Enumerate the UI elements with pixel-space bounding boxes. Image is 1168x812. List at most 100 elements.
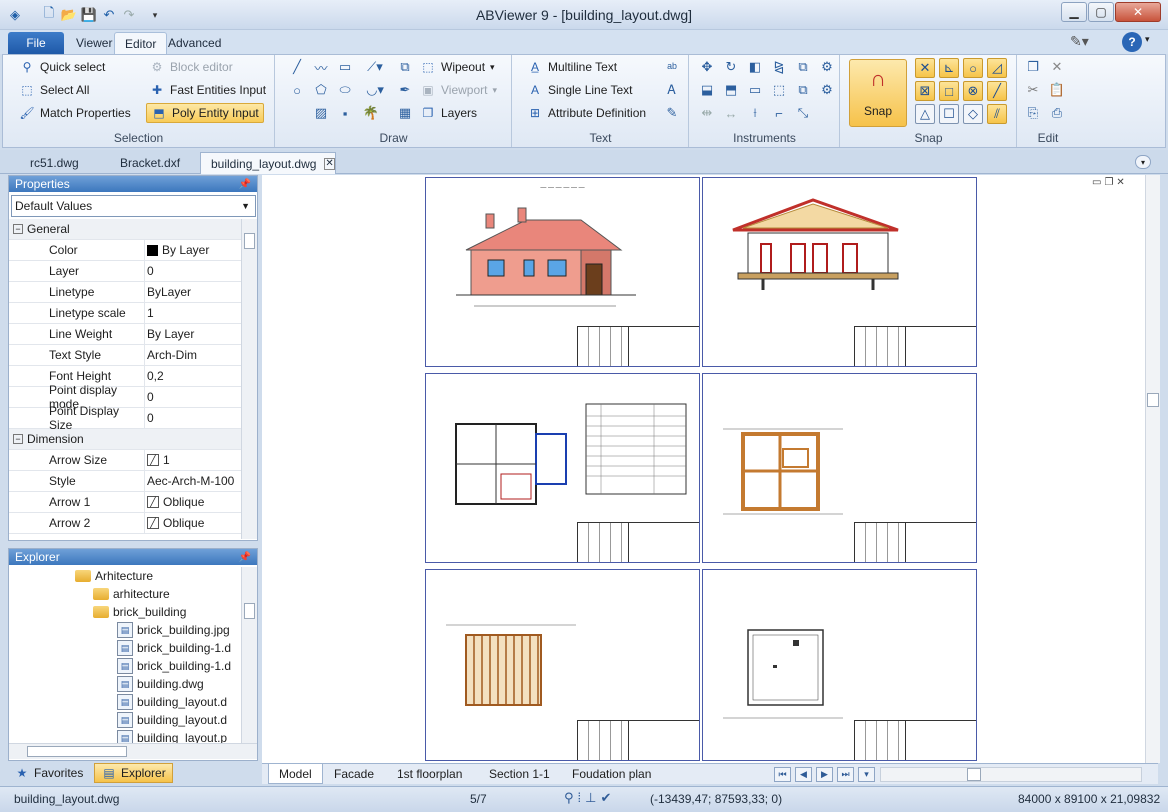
snap-node-icon[interactable]: ⊗ (963, 81, 983, 101)
snap-button[interactable]: ∩ Snap (849, 59, 907, 127)
select-all-button[interactable]: ⬚ Select All (19, 80, 89, 100)
property-value[interactable]: ╱ 1 (145, 450, 241, 470)
tab-advanced[interactable]: Advanced (158, 32, 231, 54)
table-icon[interactable]: ▦ (396, 104, 414, 122)
doc-tab-building-layout[interactable]: building_layout.dwg ✕ (200, 152, 336, 174)
paste-block-icon[interactable]: ⎙ (1048, 104, 1066, 122)
insert-block-icon[interactable]: ⧉ (396, 58, 414, 76)
explorer-item[interactable]: ▤ building_layout.d (117, 693, 227, 711)
explorer-item[interactable]: ▤ brick_building-1.d (117, 657, 231, 675)
explorer-item[interactable]: arhitecture (93, 585, 170, 603)
snap-perpendicular-icon[interactable]: ⊾ (939, 58, 959, 78)
property-row[interactable]: Style Aec-Arch-M-100 (9, 471, 241, 492)
property-row[interactable]: Arrow 2 ╱ Oblique (9, 513, 241, 534)
cut-icon[interactable]: ✂ (1024, 81, 1042, 99)
explorer-item[interactable]: Arhitecture (75, 567, 153, 585)
drawing-canvas[interactable]: ▭❐✕ — — — — — — (262, 175, 1145, 763)
property-value[interactable]: ByLayer (145, 282, 241, 302)
property-value[interactable]: 0 (145, 408, 241, 428)
single-line-text-button[interactable]: A Single Line Text (527, 80, 633, 100)
property-row[interactable]: Layer 0 (9, 261, 241, 282)
match-properties-button[interactable]: 🖌 Match Properties (19, 103, 130, 123)
property-row[interactable]: Linetype ByLayer (9, 282, 241, 303)
attribute-definition-button[interactable]: ⊞ Attribute Definition (527, 103, 646, 123)
snap-tangent-icon[interactable]: ◿ (987, 58, 1007, 78)
layout-list-icon[interactable]: ▾ (858, 767, 875, 782)
explorer-item[interactable]: ▤ building.dwg (117, 675, 204, 693)
last-layout-icon[interactable]: ⏭ (837, 767, 854, 782)
collapse-icon[interactable]: − (13, 434, 23, 444)
line-icon[interactable]: ╱ (288, 58, 306, 76)
explorer-item[interactable]: ▤ brick_building.jpg (117, 621, 230, 639)
distance-icon[interactable]: ↔ (722, 104, 740, 122)
explorer-hscroll[interactable] (9, 743, 257, 759)
property-row[interactable]: Text Style Arch-Dim (9, 345, 241, 366)
explorer-item[interactable]: ▤ brick_building-1.d (117, 639, 231, 657)
measure-icon[interactable]: ⇹ (698, 104, 716, 122)
property-row[interactable]: Line Weight By Layer (9, 324, 241, 345)
style-icon[interactable]: ✎▾ (1070, 33, 1096, 51)
layout-tab-model[interactable]: Model (268, 764, 323, 784)
property-row[interactable]: Linetype scale 1 (9, 303, 241, 324)
break-icon[interactable]: ⟊ (746, 104, 764, 122)
prev-layout-icon[interactable]: ◀ (795, 767, 812, 782)
paste-special-icon[interactable]: ⎘ (1024, 104, 1042, 122)
property-value[interactable]: 0 (145, 387, 241, 407)
close-button[interactable]: ✕ (1115, 2, 1161, 22)
help-dropdown-icon[interactable]: ▾ (1145, 34, 1150, 45)
extend-icon[interactable]: ⬚ (770, 81, 788, 99)
polyline-dropdown-icon[interactable]: ⟋▾ (362, 58, 388, 76)
tab-file[interactable]: File (8, 32, 64, 54)
offset-icon[interactable]: ⧉ (794, 81, 812, 99)
snap-apparent-icon[interactable]: ⊠ (915, 81, 935, 101)
maximize-button[interactable]: ▢ (1088, 2, 1114, 22)
explorer-item[interactable]: brick_building (93, 603, 186, 621)
mdi-window-controls[interactable]: ▭❐✕ (1092, 177, 1128, 188)
text-style-icon[interactable]: Ꭺ (663, 81, 681, 99)
arc-dropdown-icon[interactable]: ◡▾ (362, 81, 388, 99)
canvas-vscroll[interactable] (1145, 175, 1160, 763)
quick-select-button[interactable]: ⚲ Quick select (19, 57, 106, 77)
paste-icon[interactable]: 📋 (1048, 81, 1066, 99)
rotate-icon[interactable]: ↻ (722, 58, 740, 76)
property-row[interactable]: Arrow 1 ╱ Oblique (9, 492, 241, 513)
first-layout-icon[interactable]: ⏮ (774, 767, 791, 782)
copy-objects-icon[interactable]: ⧉ (794, 58, 812, 76)
mirror-icon[interactable]: ⧎ (770, 58, 788, 76)
close-tab-icon[interactable]: ✕ (324, 157, 335, 170)
property-category[interactable]: − Dimension (9, 429, 241, 450)
properties-dropdown[interactable]: Default Values ▼ (11, 195, 256, 217)
scale-icon[interactable]: ◧ (746, 58, 764, 76)
status-toggle-icons[interactable]: ⚲⁞⊥✔ (564, 790, 615, 806)
ellipse-icon[interactable]: ⬭ (336, 81, 354, 99)
explode-icon[interactable]: ⬓ (698, 81, 716, 99)
fast-entities-input-button[interactable]: ✚ Fast Entities Input (149, 80, 266, 100)
stretch-icon[interactable]: ⤡ (794, 104, 812, 122)
favorites-tab[interactable]: ★ Favorites (8, 763, 89, 783)
snap-endpoint-icon[interactable]: □ (939, 81, 959, 101)
trim-icon[interactable]: ▭ (746, 81, 764, 99)
image-icon[interactable]: 🌴 (362, 104, 380, 122)
collapse-icon[interactable]: − (13, 224, 23, 234)
explorer-tab[interactable]: ▤ Explorer (94, 763, 173, 783)
property-value[interactable]: By Layer (145, 324, 241, 344)
fillet-icon[interactable]: ⌐ (770, 104, 788, 122)
property-row[interactable]: Arrow Size ╱ 1 (9, 450, 241, 471)
pin-icon[interactable]: 📌 (239, 179, 251, 190)
array-icon[interactable]: ⚙ (818, 58, 836, 76)
move-icon[interactable]: ✥ (698, 58, 716, 76)
property-value[interactable]: ╱ Oblique (145, 492, 241, 512)
pen-icon[interactable]: ✒ (396, 81, 414, 99)
doc-tab-bracket[interactable]: Bracket.dxf (110, 152, 190, 174)
poly-entity-input-button[interactable]: ⬒ Poly Entity Input (146, 103, 264, 123)
polyline-icon[interactable]: 〰 (312, 58, 330, 76)
layout-tab-facade[interactable]: Facade (324, 764, 384, 784)
help-icon[interactable]: ? (1122, 32, 1142, 52)
snap-intersection-icon[interactable]: ✕ (915, 58, 935, 78)
layout-tab-section[interactable]: Section 1-1 (479, 764, 560, 784)
property-value[interactable]: 0 (145, 261, 241, 281)
group-icon[interactable]: ⬒ (722, 81, 740, 99)
snap-extension-icon[interactable]: ☐ (939, 104, 959, 124)
wipeout-button[interactable]: ⬚ Wipeout ▾ (420, 57, 494, 77)
copy-icon[interactable]: ❐ (1024, 58, 1042, 76)
